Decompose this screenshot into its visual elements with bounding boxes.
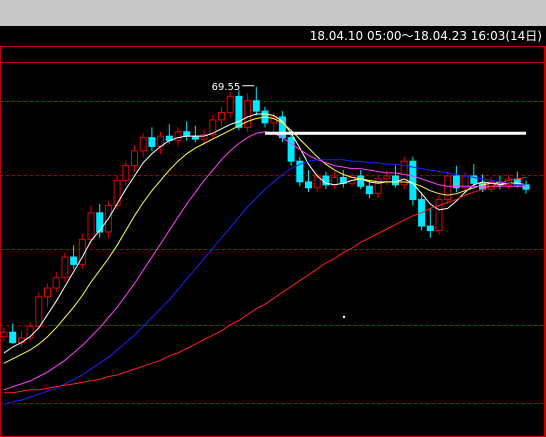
candle-body xyxy=(96,212,104,233)
candle-body xyxy=(331,176,339,186)
candle-43 xyxy=(374,174,382,199)
candle-18 xyxy=(157,131,165,154)
candle-body xyxy=(44,287,51,298)
candle-body xyxy=(122,165,130,181)
candle-body xyxy=(0,331,8,338)
moving-average-line-4 xyxy=(4,176,527,394)
candle-body xyxy=(9,331,17,344)
window-titlebar xyxy=(0,0,546,26)
candle-51 xyxy=(444,171,452,204)
candle-body xyxy=(357,175,365,187)
candle-46 xyxy=(400,156,408,190)
candle-28 xyxy=(244,93,252,132)
candle-25 xyxy=(218,106,225,126)
candle-58 xyxy=(505,174,513,190)
candle-50 xyxy=(435,195,443,235)
candle-body xyxy=(444,175,452,201)
candle-body xyxy=(148,137,156,147)
candle-2 xyxy=(17,330,25,348)
candle-8 xyxy=(70,245,78,269)
candle-body xyxy=(139,137,147,152)
candle-body xyxy=(35,296,43,327)
candle-body xyxy=(235,95,243,128)
candle-16 xyxy=(139,133,147,157)
candle-34 xyxy=(296,156,304,187)
candle-body xyxy=(113,179,121,206)
candle-38 xyxy=(331,171,339,190)
candle-39 xyxy=(339,170,347,188)
candle-body xyxy=(365,185,373,195)
candle-body xyxy=(383,175,391,180)
candle-6 xyxy=(52,271,60,293)
candle-10 xyxy=(87,205,95,246)
candle-42 xyxy=(365,180,373,199)
candle-body xyxy=(400,160,408,186)
candle-15 xyxy=(131,144,138,172)
candle-body xyxy=(52,277,60,289)
candle-29 xyxy=(252,86,260,116)
candle-49 xyxy=(426,208,434,238)
candle-7 xyxy=(61,252,69,283)
candle-body xyxy=(87,212,95,240)
candle-body xyxy=(426,225,434,232)
candle-9 xyxy=(78,233,86,269)
candle-body xyxy=(522,184,530,190)
candle-body xyxy=(17,337,25,344)
candle-body xyxy=(226,95,234,114)
candlestick-chart[interactable]: 69.55 xyxy=(0,46,546,437)
candle-24 xyxy=(209,115,217,140)
marker-dot xyxy=(342,315,346,319)
candle-body xyxy=(183,131,191,137)
candle-14 xyxy=(122,161,130,185)
candle-0 xyxy=(0,327,8,342)
candle-body xyxy=(174,131,182,142)
candle-body xyxy=(131,150,138,167)
candle-body xyxy=(287,137,295,162)
chart-labels: 69.55 xyxy=(212,82,346,319)
candle-1 xyxy=(9,323,17,345)
candle-body xyxy=(252,100,260,112)
candle-35 xyxy=(305,170,312,193)
candle-body xyxy=(392,175,399,186)
candle-5 xyxy=(44,283,51,308)
candle-body xyxy=(218,112,225,121)
candle-17 xyxy=(148,127,156,151)
candle-47 xyxy=(409,156,417,206)
high-price-label: 69.55 xyxy=(212,82,241,93)
date-range-label: 18.04.10 05:00～18.04.23 16:03(14日) xyxy=(309,29,542,43)
candle-33 xyxy=(287,130,295,166)
candle-body xyxy=(70,256,78,265)
moving-average-line-0 xyxy=(3,113,527,354)
candle-body xyxy=(244,100,252,128)
candle-22 xyxy=(191,125,199,143)
candle-21 xyxy=(183,121,191,141)
candles xyxy=(0,86,530,348)
candle-45 xyxy=(392,165,399,188)
candle-52 xyxy=(452,165,460,193)
candle-26 xyxy=(226,91,234,117)
candle-37 xyxy=(322,171,330,190)
candle-body xyxy=(435,199,443,232)
candle-60 xyxy=(522,180,530,194)
candle-body xyxy=(61,256,69,279)
candle-body xyxy=(305,181,312,189)
